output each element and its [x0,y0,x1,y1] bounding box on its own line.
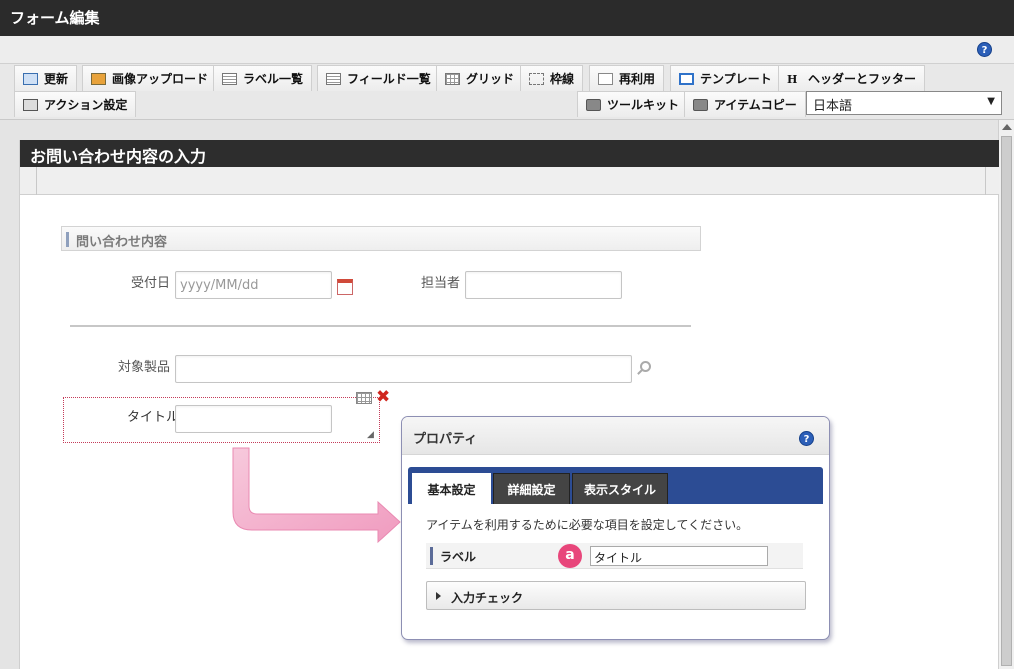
resize-handle-icon[interactable]: ◢ [367,430,374,440]
window-title: フォーム編集 [0,0,1014,36]
image-upload-button[interactable]: 画像アップロード [82,65,218,91]
chevron-right-icon [436,592,441,600]
label-property-input[interactable]: タイトル [590,546,768,566]
chevron-down-icon: ▼ [987,96,995,107]
form-title: お問い合わせ内容の入力 [20,140,999,167]
language-value: 日本語 [813,99,853,114]
search-icon[interactable] [640,361,651,372]
tab-display-style[interactable]: 表示スタイル [572,473,668,504]
update-button[interactable]: 更新 [14,65,78,91]
toolkit-button[interactable]: ツールキット [577,91,689,117]
grid-icon [445,72,460,85]
reuse-icon [598,72,613,85]
action-icon [23,98,38,111]
border-icon [529,72,544,85]
input-check-accordion[interactable]: 入力チェック [426,581,806,610]
panel-help-icon[interactable]: ? [799,431,814,446]
language-select[interactable]: 日本語 ▼ [806,91,1002,115]
border-button[interactable]: 枠線 [520,65,584,91]
pointer-arrow-icon [232,447,401,544]
divider [70,325,691,327]
calendar-icon[interactable] [337,279,353,295]
header-footer-button[interactable]: H ヘッダーとフッター [778,65,926,91]
product-label: 対象製品 [118,360,171,375]
template-icon [679,72,694,85]
annotation-badge: a [558,544,582,568]
item-copy-button[interactable]: アイテムコピー [684,91,806,117]
template-button[interactable]: テンプレート [670,65,781,91]
received-date-input[interactable]: yyyy/MM/dd [175,271,332,299]
label-property-row: ラベル a タイトル [426,543,803,569]
title-input[interactable] [175,405,332,433]
form-header-band [20,167,999,195]
property-tabs: 基本設定 詳細設定 表示スタイル [408,467,823,504]
close-icon[interactable]: ✖ [376,389,390,406]
help-bar: ? [0,36,1014,64]
image-upload-icon [91,72,106,85]
product-input[interactable] [175,355,632,383]
property-panel-header: プロパティ [402,417,829,455]
tab-basic-settings[interactable]: 基本設定 [412,473,491,504]
scroll-up-icon[interactable] [1002,124,1012,130]
received-date-label: 受付日 [131,276,171,291]
title-label: タイトル [127,410,180,425]
field-list-icon [326,72,341,85]
assignee-input[interactable] [465,271,622,299]
scroll-thumb[interactable] [1001,136,1012,666]
property-panel-title: プロパティ [413,432,478,447]
label-list-button[interactable]: ラベル一覧 [213,65,313,91]
label-list-icon [222,72,237,85]
property-panel: プロパティ ? 基本設定 詳細設定 表示スタイル アイテムを利用するために必要な… [401,416,830,640]
section-title: 問い合わせ内容 [61,226,701,251]
header-footer-icon: H [787,72,798,86]
tab-detail-settings[interactable]: 詳細設定 [493,473,570,504]
toolkit-icon [586,98,601,111]
update-icon [23,72,38,85]
reuse-button[interactable]: 再利用 [589,65,665,91]
panel-description: アイテムを利用するために必要な項目を設定してください。 [426,518,749,532]
action-settings-button[interactable]: アクション設定 [14,91,137,117]
assignee-label: 担当者 [421,276,461,291]
vertical-scrollbar[interactable] [998,120,1014,669]
field-list-button[interactable]: フィールド一覧 [317,65,440,91]
grid-button[interactable]: グリッド [436,65,524,91]
table-icon[interactable] [356,392,372,404]
label-property-label: ラベル [440,550,477,564]
help-icon[interactable]: ? [977,42,992,57]
item-copy-icon [693,98,708,111]
